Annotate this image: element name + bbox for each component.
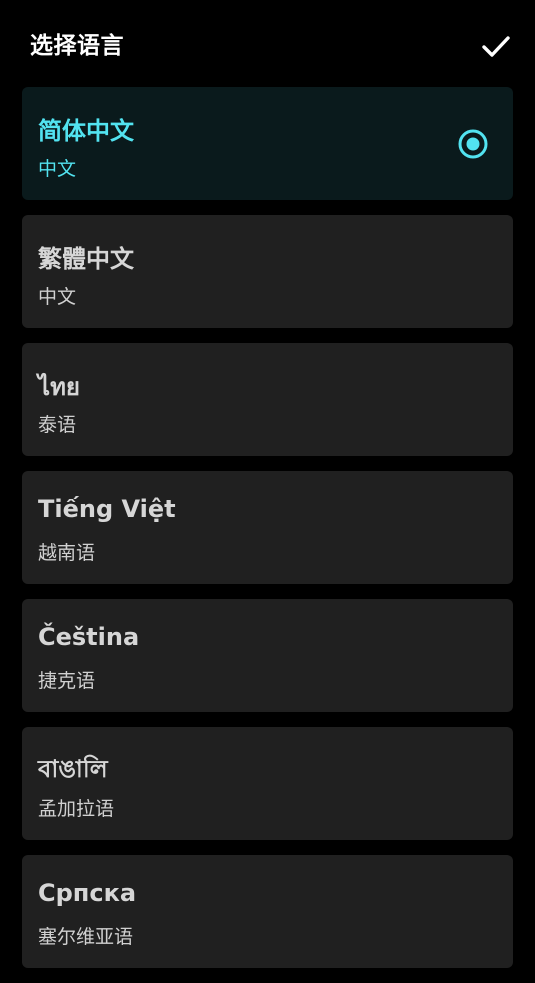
- page-title: 选择语言: [30, 33, 124, 59]
- language-item-traditional-chinese[interactable]: 繁體中文 中文: [22, 215, 513, 328]
- language-name: 繁體中文: [38, 245, 134, 273]
- language-name: ไทย: [38, 373, 80, 401]
- language-list: 简体中文 中文 繁體中文 中文 ไทย 泰语 Tiếng Việt 越南语 Če…: [22, 87, 513, 983]
- app-header: 选择语言: [0, 0, 535, 86]
- language-subtitle: 捷克语: [38, 670, 96, 692]
- language-item-thai[interactable]: ไทย 泰语: [22, 343, 513, 456]
- language-subtitle: 塞尔维亚语: [38, 926, 134, 948]
- language-subtitle: 孟加拉语: [38, 798, 115, 820]
- language-name: Tiếng Việt: [38, 495, 176, 523]
- language-item-simplified-chinese[interactable]: 简体中文 中文: [22, 87, 513, 200]
- language-item-czech[interactable]: Čeština 捷克语: [22, 599, 513, 712]
- language-item-vietnamese[interactable]: Tiếng Việt 越南语: [22, 471, 513, 584]
- language-name: 简体中文: [38, 117, 134, 145]
- language-subtitle: 中文: [38, 158, 77, 180]
- language-name: Čeština: [38, 623, 140, 651]
- check-icon: [482, 36, 510, 57]
- confirm-button[interactable]: [478, 28, 514, 64]
- radio-selected-icon[interactable]: [457, 128, 489, 160]
- language-name: Српска: [38, 879, 137, 907]
- language-item-serbian[interactable]: Српска 塞尔维亚语: [22, 855, 513, 968]
- language-item-bengali[interactable]: বাঙালি 孟加拉语: [22, 727, 513, 840]
- language-subtitle: 中文: [38, 286, 77, 308]
- language-subtitle: 泰语: [38, 414, 77, 436]
- language-name: বাঙালি: [38, 755, 108, 783]
- language-subtitle: 越南语: [38, 542, 96, 564]
